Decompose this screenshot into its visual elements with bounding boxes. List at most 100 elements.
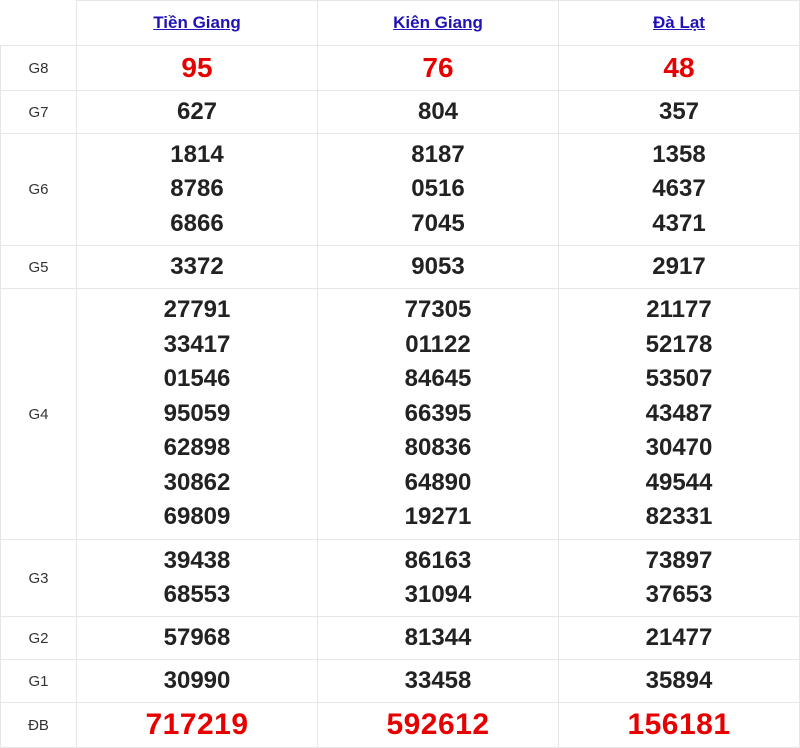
prize-number: 49544 [645, 468, 713, 496]
prize-number: 21477 [645, 623, 713, 651]
prize-row-g8: G8 95 76 48 [0, 45, 800, 91]
prize-number: 33417 [163, 330, 231, 358]
prize-cell: 81344 [317, 616, 559, 660]
prize-row-g4: G4 27791 33417 01546 95059 62898 30862 6… [0, 288, 800, 540]
header-corner [0, 0, 77, 46]
prize-number: 62898 [163, 434, 231, 462]
prize-cell: 48 [558, 45, 800, 91]
province-header-da-lat: Đà Lạt [558, 0, 800, 46]
prize-number: 30470 [645, 434, 713, 462]
prize-number: 95 [181, 51, 213, 83]
prize-number: 73897 [645, 546, 713, 574]
prize-number: 30862 [163, 468, 231, 496]
province-header-tien-giang: Tiền Giang [76, 0, 318, 46]
province-link-kien-giang[interactable]: Kiên Giang [393, 13, 483, 32]
prize-label: ĐB [0, 702, 77, 748]
prize-label: G4 [0, 288, 77, 540]
prize-number: 627 [176, 97, 218, 125]
prize-number: 01122 [405, 330, 471, 358]
prize-number: 43487 [645, 399, 713, 427]
prize-number: 8786 [170, 175, 224, 203]
prize-cell: 627 [76, 90, 318, 134]
prize-number: 9053 [411, 252, 465, 280]
province-link-tien-giang[interactable]: Tiền Giang [153, 13, 241, 32]
prize-cell: 1814 8786 6866 [76, 133, 318, 246]
prize-number: 33458 [404, 666, 472, 694]
prize-cell: 156181 [558, 702, 800, 748]
prize-cell: 76 [317, 45, 559, 91]
special-prize-number: 156181 [627, 707, 731, 741]
prize-cell: 73897 37653 [558, 539, 800, 617]
prize-label: G1 [0, 659, 77, 703]
prize-number: 53507 [645, 365, 713, 393]
prize-number: 804 [417, 97, 459, 125]
prize-row-special: ĐB 717219 592612 156181 [0, 702, 800, 748]
prize-cell: 35894 [558, 659, 800, 703]
prize-cell: 30990 [76, 659, 318, 703]
prize-cell: 2917 [558, 245, 800, 289]
prize-number: 82331 [645, 503, 713, 531]
prize-cell: 8187 0516 7045 [317, 133, 559, 246]
prize-cell: 21477 [558, 616, 800, 660]
prize-number: 8187 [411, 140, 465, 168]
prize-number: 35894 [645, 666, 713, 694]
prize-number: 21177 [646, 296, 712, 324]
province-header-kien-giang: Kiên Giang [317, 0, 559, 46]
prize-number: 84645 [404, 365, 472, 393]
prize-cell: 1358 4637 4371 [558, 133, 800, 246]
prize-cell: 77305 01122 84645 66395 80836 64890 1927… [317, 288, 559, 540]
prize-label: G8 [0, 45, 77, 91]
prize-cell: 592612 [317, 702, 559, 748]
prize-number: 64890 [404, 468, 472, 496]
prize-number: 30990 [163, 666, 231, 694]
prize-number: 31094 [404, 581, 472, 608]
prize-row-g3: G3 39438 68553 86163 31094 73897 37653 [0, 539, 800, 617]
prize-cell: 39438 68553 [76, 539, 318, 617]
prize-number: 66395 [404, 399, 472, 427]
prize-number: 69809 [163, 503, 231, 531]
prize-label: G6 [0, 133, 77, 246]
prize-label: G2 [0, 616, 77, 660]
prize-number: 48 [663, 51, 695, 83]
prize-label: G7 [0, 90, 77, 134]
prize-number: 68553 [163, 581, 231, 608]
prize-number: 95059 [163, 399, 231, 427]
lottery-results-table: Tiền Giang Kiên Giang Đà Lạt G8 95 76 48… [0, 0, 800, 748]
prize-number: 86163 [404, 546, 472, 574]
prize-cell: 27791 33417 01546 95059 62898 30862 6980… [76, 288, 318, 540]
prize-number: 19271 [404, 503, 472, 531]
prize-number: 4637 [652, 175, 706, 203]
special-prize-number: 717219 [145, 707, 249, 741]
prize-number: 76 [422, 51, 454, 83]
prize-cell: 357 [558, 90, 800, 134]
prize-cell: 86163 31094 [317, 539, 559, 617]
prize-cell: 3372 [76, 245, 318, 289]
province-link-da-lat[interactable]: Đà Lạt [653, 13, 705, 32]
prize-cell: 33458 [317, 659, 559, 703]
prize-number: 52178 [645, 330, 713, 358]
prize-number: 77305 [404, 296, 472, 324]
prize-number: 39438 [163, 546, 231, 574]
prize-number: 357 [658, 97, 700, 125]
prize-number: 37653 [645, 581, 713, 608]
prize-number: 57968 [163, 623, 231, 651]
province-header-row: Tiền Giang Kiên Giang Đà Lạt [0, 0, 800, 46]
prize-row-g2: G2 57968 81344 21477 [0, 616, 800, 660]
prize-row-g6: G6 1814 8786 6866 8187 0516 7045 1358 46… [0, 133, 800, 246]
prize-cell: 95 [76, 45, 318, 91]
prize-row-g1: G1 30990 33458 35894 [0, 659, 800, 703]
prize-cell: 717219 [76, 702, 318, 748]
prize-number: 81344 [404, 623, 472, 651]
prize-number: 2917 [652, 252, 706, 280]
prize-cell: 9053 [317, 245, 559, 289]
prize-label: G3 [0, 539, 77, 617]
special-prize-number: 592612 [386, 707, 490, 741]
prize-number: 6866 [170, 209, 224, 237]
prize-number: 27791 [163, 296, 231, 324]
prize-cell: 21177 52178 53507 43487 30470 49544 8233… [558, 288, 800, 540]
prize-number: 01546 [163, 365, 231, 393]
prize-cell: 804 [317, 90, 559, 134]
prize-row-g7: G7 627 804 357 [0, 90, 800, 134]
prize-number: 3372 [170, 252, 224, 280]
prize-number: 1358 [652, 140, 706, 168]
